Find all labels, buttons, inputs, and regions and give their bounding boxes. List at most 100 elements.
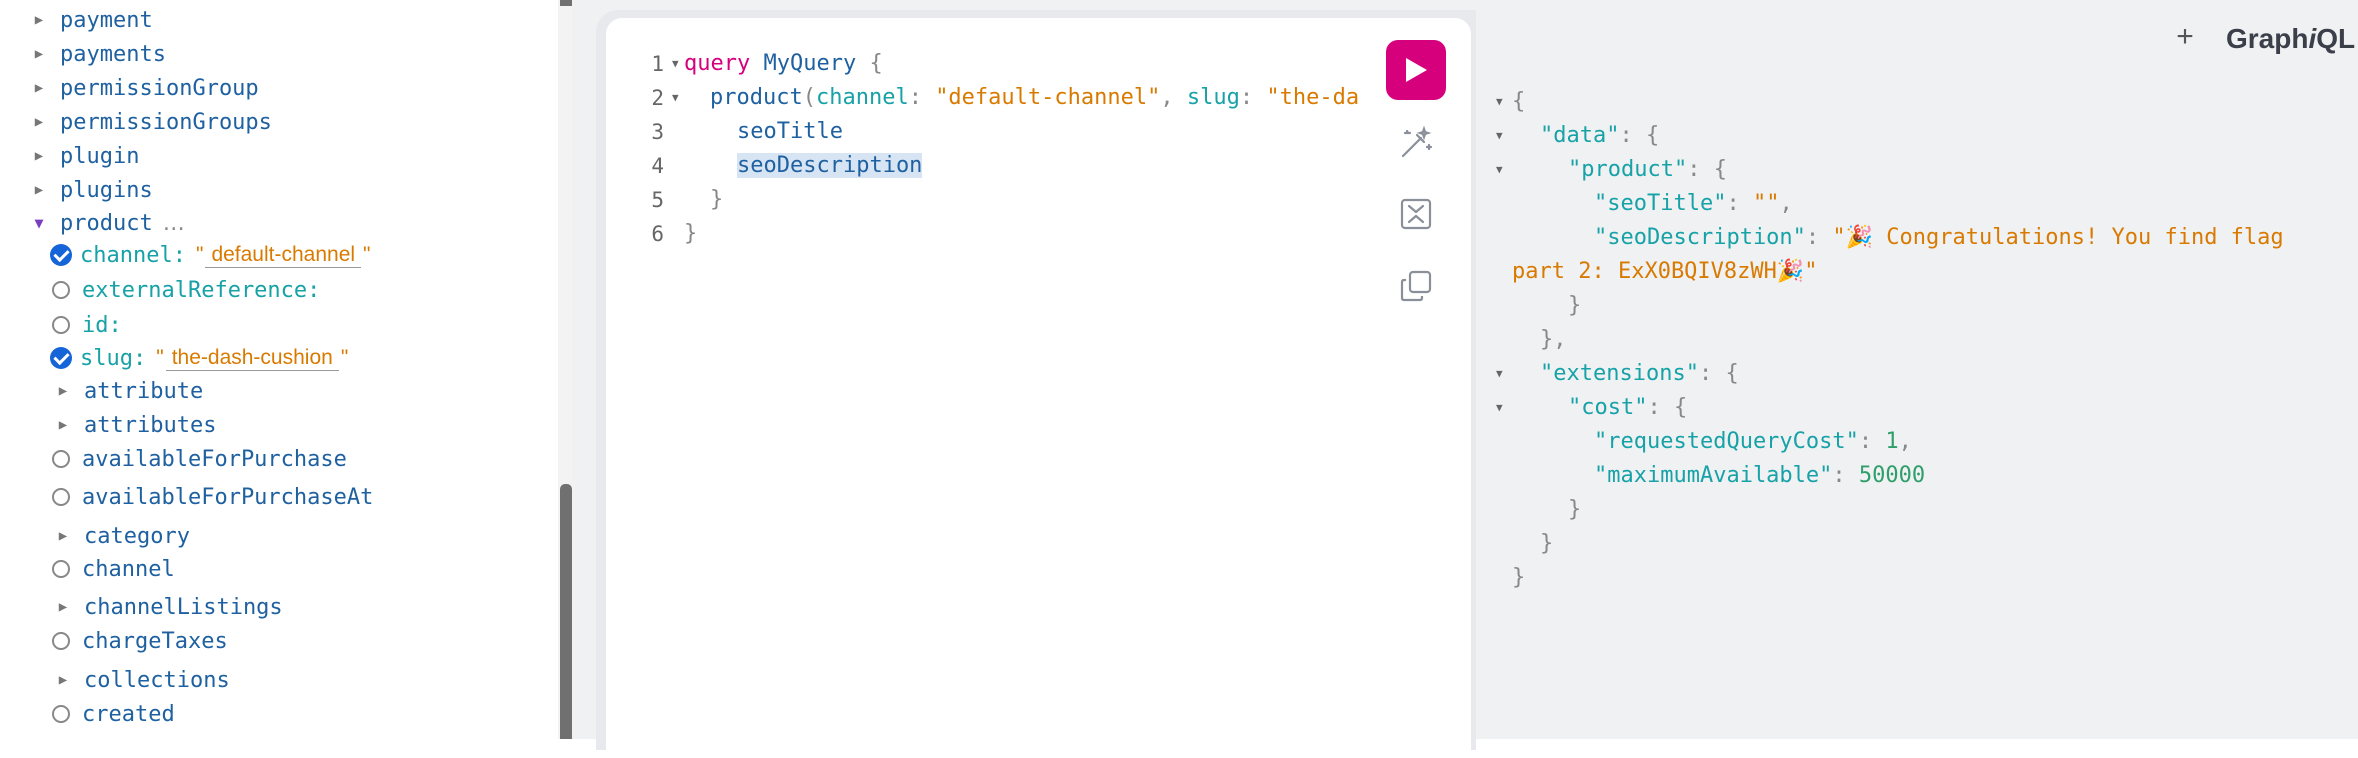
explorer-item-plugin[interactable]: ▶ plugin	[30, 140, 140, 172]
code-line-2[interactable]: product(channel: "default-channel", slug…	[710, 82, 1364, 114]
field-channelListings[interactable]: ▶ channelListings	[54, 591, 283, 623]
caret-down-icon: ▼	[34, 214, 44, 232]
field-label: chargeTaxes	[82, 628, 228, 654]
add-tab-button[interactable]: +	[2170, 22, 2200, 52]
play-icon	[1406, 58, 1427, 82]
explorer-item-label: plugin	[60, 143, 140, 169]
field-label: availableForPurchase	[82, 446, 347, 472]
caret-right-icon: ▶	[34, 148, 44, 164]
line-number: 6	[651, 222, 664, 246]
copy-query-button[interactable]	[1396, 266, 1436, 306]
code-line-3[interactable]: seoTitle	[737, 116, 843, 148]
unchecked-icon[interactable]	[52, 705, 70, 723]
code-line-4[interactable]: seoDescription	[737, 150, 923, 182]
query-editor[interactable]	[606, 18, 1471, 758]
fold-arrow-icon[interactable]: ▼	[1496, 154, 1503, 186]
field-collections[interactable]: ▶ collections	[54, 664, 230, 696]
caret-right-icon: ▶	[58, 528, 68, 544]
fold-arrow-icon[interactable]: ▼	[1496, 120, 1503, 152]
explorer-item-permissionGroup[interactable]: ▶ permissionGroup	[30, 72, 259, 104]
unchecked-icon[interactable]	[52, 316, 70, 334]
field-label: created	[82, 701, 175, 727]
result-line: }	[1568, 497, 1582, 522]
field-label: collections	[84, 667, 230, 693]
arg-channel[interactable]: channel: " default-channel "	[50, 239, 371, 271]
arg-slug[interactable]: slug: " the-dash-cushion "	[50, 342, 348, 374]
checked-icon[interactable]	[50, 347, 72, 369]
field-attribute[interactable]: ▶ attribute	[54, 375, 203, 407]
arg-value-slug[interactable]: " the-dash-cushion "	[156, 346, 348, 371]
field-chargeTaxes[interactable]: chargeTaxes	[52, 625, 228, 657]
fold-arrow-icon[interactable]: ▼	[672, 82, 679, 114]
explorer-item-product[interactable]: ▼ product …	[30, 207, 185, 239]
result-line: }	[1568, 293, 1582, 318]
unchecked-icon[interactable]	[52, 632, 70, 650]
slug-input[interactable]: the-dash-cushion	[165, 346, 339, 371]
run-button[interactable]	[1386, 40, 1446, 100]
fold-arrow-icon[interactable]: ▼	[672, 48, 679, 80]
result-line: "maximumAvailable": 50000	[1594, 463, 1926, 488]
prettify-button[interactable]	[1396, 122, 1436, 162]
fold-arrow-icon[interactable]: ▼	[1496, 358, 1503, 390]
field-attributes[interactable]: ▶ attributes	[54, 409, 217, 441]
field-label: category	[84, 523, 190, 549]
explorer-item-payment[interactable]: ▶ payment	[30, 4, 153, 36]
caret-right-icon: ▶	[34, 182, 44, 198]
field-label: channel	[82, 556, 175, 582]
merge-fragments-icon	[1400, 198, 1432, 230]
unchecked-icon[interactable]	[52, 450, 70, 468]
field-channel[interactable]: channel	[52, 553, 175, 585]
arg-id[interactable]: id:	[52, 309, 122, 341]
result-line: part 2: ExX0BQIV8zWH🎉"	[1512, 259, 1818, 284]
field-availableForPurchaseAt[interactable]: availableForPurchaseAt	[52, 481, 373, 513]
arg-value-channel[interactable]: " default-channel "	[196, 243, 371, 268]
explorer-item-permissionGroups[interactable]: ▶ permissionGroups	[30, 106, 272, 138]
checked-icon[interactable]	[50, 244, 72, 266]
unchecked-icon[interactable]	[52, 560, 70, 578]
caret-right-icon: ▶	[34, 80, 44, 96]
arg-externalReference[interactable]: externalReference:	[52, 274, 320, 306]
field-category[interactable]: ▶ category	[54, 520, 190, 552]
field-label: attribute	[84, 378, 204, 404]
line-number: 2	[651, 86, 664, 110]
ellipsis: …	[162, 210, 185, 236]
merge-fragments-button[interactable]	[1396, 194, 1436, 234]
field-label: channelListings	[84, 594, 283, 620]
field-created[interactable]: created	[52, 698, 175, 730]
magic-wand-icon	[1401, 125, 1433, 158]
code-line-6[interactable]: }	[684, 218, 697, 250]
caret-right-icon: ▶	[58, 599, 68, 615]
result-line: "data": {	[1540, 123, 1660, 148]
result-line: }	[1512, 565, 1526, 590]
explorer-item-label: permissionGroup	[60, 75, 259, 101]
line-number: 4	[651, 154, 664, 178]
result-line: {	[1512, 89, 1526, 114]
unchecked-icon[interactable]	[52, 281, 70, 299]
field-label: availableForPurchaseAt	[82, 484, 374, 510]
explorer-item-label: permissionGroups	[60, 109, 272, 135]
explorer-item-label: payment	[60, 7, 153, 33]
field-availableForPurchase[interactable]: availableForPurchase	[52, 443, 347, 475]
fold-arrow-icon[interactable]: ▼	[1496, 392, 1503, 424]
explorer-item-label: plugins	[60, 177, 153, 203]
caret-right-icon: ▶	[34, 46, 44, 62]
line-number: 1	[651, 52, 664, 76]
explorer-item-label: payments	[60, 41, 166, 67]
explorer-scrollbar-thumb[interactable]	[560, 484, 572, 739]
line-number: 3	[651, 120, 664, 144]
caret-right-icon: ▶	[34, 12, 44, 28]
result-line: "cost": {	[1568, 395, 1688, 420]
explorer-item-payments[interactable]: ▶ payments	[30, 38, 166, 70]
explorer-item-plugins[interactable]: ▶ plugins	[30, 174, 153, 206]
code-line-1[interactable]: query MyQuery {	[684, 48, 883, 80]
scrollbar-top	[560, 0, 572, 6]
arg-label: externalReference:	[82, 277, 321, 303]
arg-label: id:	[82, 312, 122, 338]
result-line: "seoDescription": "🎉 Congratulations! Yo…	[1594, 225, 2284, 250]
caret-right-icon: ▶	[34, 114, 44, 130]
channel-input[interactable]: default-channel	[205, 243, 362, 268]
unchecked-icon[interactable]	[52, 488, 70, 506]
caret-right-icon: ▶	[58, 417, 68, 433]
fold-arrow-icon[interactable]: ▼	[1496, 86, 1503, 118]
code-line-5[interactable]: }	[710, 184, 723, 216]
